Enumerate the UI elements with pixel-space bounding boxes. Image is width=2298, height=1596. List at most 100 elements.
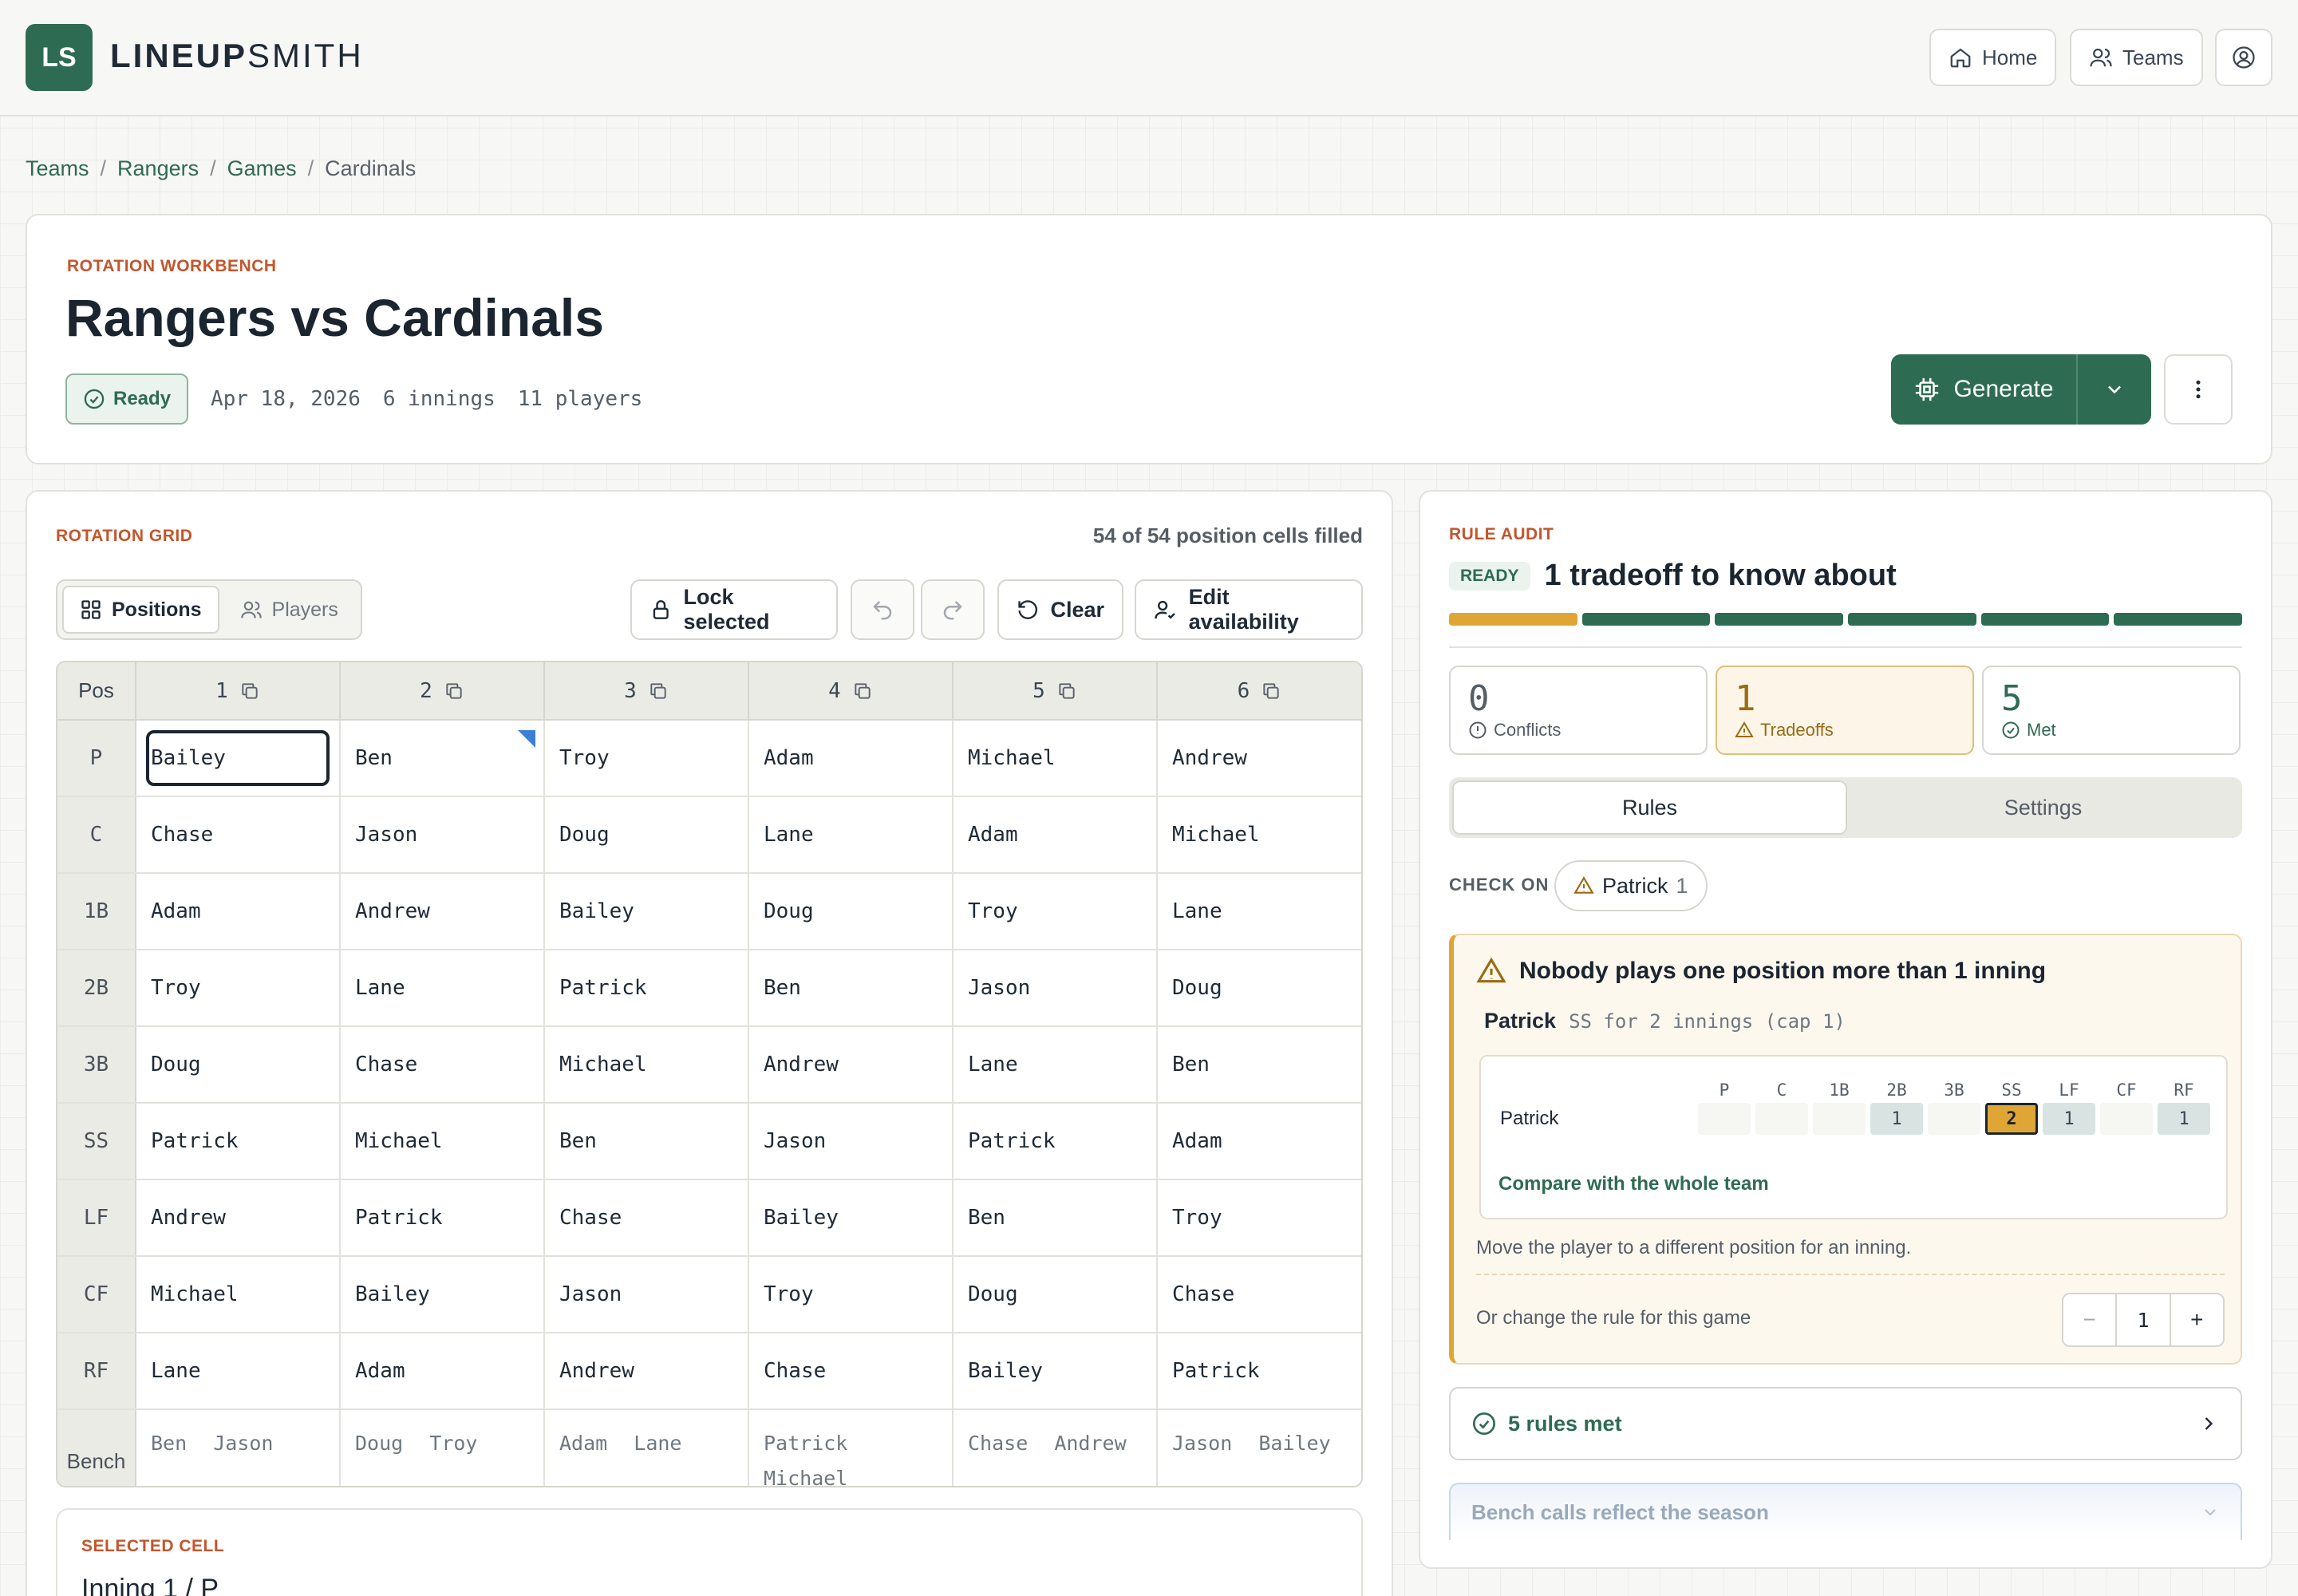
grid-cell[interactable]: Doug <box>1158 950 1361 1025</box>
grid-cell[interactable]: Jason <box>954 950 1156 1025</box>
grid-cell[interactable]: Chase <box>136 797 339 872</box>
grid-cell[interactable]: Andrew <box>341 874 543 949</box>
more-options-button[interactable] <box>2164 354 2233 425</box>
faded-rule-row[interactable]: Bench calls reflect the season <box>1449 1483 2242 1540</box>
copy-icon[interactable] <box>239 681 260 701</box>
grid-cell[interactable]: Michael <box>954 721 1156 796</box>
bench-cell[interactable]: Adam Lane <box>545 1410 748 1477</box>
check-on-player-chip[interactable]: Patrick 1 <box>1554 860 1708 911</box>
inning-header: 2 <box>340 662 545 721</box>
mini-position-header: 2B <box>1886 1080 1907 1100</box>
stat-tradeoffs[interactable]: 1 Tradeoffs <box>1716 666 1974 755</box>
grid-cell[interactable]: Chase <box>1158 1257 1361 1332</box>
copy-icon[interactable] <box>648 681 669 701</box>
grid-cell[interactable]: Michael <box>341 1104 543 1179</box>
grid-cell[interactable]: Andrew <box>545 1333 748 1408</box>
grid-cell[interactable]: Patrick <box>136 1104 339 1179</box>
grid-cell[interactable]: Bailey <box>136 721 339 796</box>
lock-selected-button[interactable]: Lock selected <box>630 579 838 640</box>
grid-cell[interactable]: Lane <box>954 1027 1156 1102</box>
grid-cell[interactable]: Lane <box>1158 874 1361 949</box>
stat-met[interactable]: 5 Met <box>1982 666 2241 755</box>
grid-cell[interactable]: Chase <box>341 1027 543 1102</box>
account-button[interactable] <box>2215 29 2272 86</box>
stat-conflicts[interactable]: 0 Conflicts <box>1449 666 1708 755</box>
view-players-tab[interactable]: Players <box>224 586 354 634</box>
stepper-value[interactable]: 1 <box>2115 1294 2171 1345</box>
generate-options-button[interactable] <box>2078 378 2151 401</box>
copy-icon[interactable] <box>1056 681 1077 701</box>
grid-cell[interactable]: Lane <box>341 950 543 1025</box>
edit-availability-button[interactable]: Edit availability <box>1135 579 1363 640</box>
grid-cell[interactable]: Doug <box>136 1027 339 1102</box>
copy-icon[interactable] <box>444 681 464 701</box>
copy-icon[interactable] <box>852 681 873 701</box>
grid-cell[interactable]: Patrick <box>954 1104 1156 1179</box>
grid-cell[interactable]: Michael <box>136 1257 339 1332</box>
grid-cell[interactable]: Troy <box>954 874 1156 949</box>
grid-cell[interactable]: Troy <box>136 950 339 1025</box>
grid-cell[interactable]: Bailey <box>545 874 748 949</box>
redo-button[interactable] <box>921 579 985 640</box>
grid-cell[interactable]: Troy <box>545 721 748 796</box>
grid-cell[interactable]: Troy <box>749 1257 952 1332</box>
view-positions-tab[interactable]: Positions <box>62 586 219 634</box>
grid-cell[interactable]: Michael <box>545 1027 748 1102</box>
bench-cell[interactable]: Ben Jason <box>136 1410 339 1477</box>
grid-cell[interactable]: Bailey <box>954 1333 1156 1408</box>
grid-cell[interactable]: Adam <box>954 797 1156 872</box>
grid-cell[interactable]: Adam <box>749 721 952 796</box>
increment-button[interactable]: + <box>2171 1294 2223 1345</box>
grid-cell[interactable]: Andrew <box>749 1027 952 1102</box>
nav-teams-button[interactable]: Teams <box>2070 29 2203 86</box>
grid-cell[interactable]: Bailey <box>749 1180 952 1255</box>
app-logo[interactable]: LS <box>26 24 93 91</box>
grid-cell[interactable]: Ben <box>954 1180 1156 1255</box>
grid-cell[interactable]: Adam <box>341 1333 543 1408</box>
breadcrumb-rangers[interactable]: Rangers <box>117 156 199 181</box>
bench-cell[interactable]: Doug Troy <box>341 1410 543 1477</box>
grid-cell[interactable]: Jason <box>545 1257 748 1332</box>
tab-rules[interactable]: Rules <box>1452 780 1847 835</box>
grid-cell[interactable]: Lane <box>749 797 952 872</box>
player-name: Lane <box>355 976 405 1000</box>
bench-cell[interactable]: Patrick Michael <box>749 1410 901 1486</box>
copy-icon[interactable] <box>1261 681 1281 701</box>
grid-cell[interactable]: Ben <box>341 721 543 796</box>
grid-cell[interactable]: Ben <box>545 1104 748 1179</box>
grid-cell[interactable]: Doug <box>749 874 952 949</box>
grid-cell[interactable]: Troy <box>1158 1180 1361 1255</box>
grid-cell[interactable]: Lane <box>136 1333 339 1408</box>
grid-cell[interactable]: Andrew <box>1158 721 1361 796</box>
tab-settings[interactable]: Settings <box>1847 780 2239 835</box>
grid-cell[interactable]: Michael <box>1158 797 1361 872</box>
grid-cell[interactable]: Doug <box>954 1257 1156 1332</box>
breadcrumb-teams[interactable]: Teams <box>26 156 89 181</box>
grid-cell[interactable]: Ben <box>1158 1027 1361 1102</box>
grid-cell[interactable]: Ben <box>749 950 952 1025</box>
grid-cell[interactable]: Andrew <box>136 1180 339 1255</box>
grid-cell[interactable]: Jason <box>749 1104 952 1179</box>
bench-cell[interactable]: Chase Andrew <box>954 1410 1156 1477</box>
grid-cell[interactable]: Doug <box>545 797 748 872</box>
grid-cell[interactable]: Adam <box>136 874 339 949</box>
generate-button[interactable]: Generate <box>1891 354 2078 425</box>
grid-cell[interactable]: Jason <box>341 797 543 872</box>
grid-cell[interactable]: Patrick <box>545 950 748 1025</box>
grid-cell[interactable]: Adam <box>1158 1104 1361 1179</box>
player-name: Troy <box>764 1282 814 1306</box>
grid-cell[interactable]: Chase <box>545 1180 748 1255</box>
grid-cell[interactable]: Patrick <box>1158 1333 1361 1408</box>
decrement-button[interactable]: − <box>2063 1294 2115 1345</box>
grid-cell[interactable]: Patrick <box>341 1180 543 1255</box>
bench-cell[interactable]: Jason Bailey <box>1158 1410 1361 1477</box>
rule-title-row: Nobody plays one position more than 1 in… <box>1476 956 2046 986</box>
rules-met-row[interactable]: 5 rules met <box>1449 1387 2242 1460</box>
nav-home-button[interactable]: Home <box>1929 29 2057 86</box>
undo-button[interactable] <box>851 579 914 640</box>
grid-cell[interactable]: Chase <box>749 1333 952 1408</box>
clear-button[interactable]: Clear <box>997 579 1123 640</box>
compare-team-link[interactable]: Compare with the whole team <box>1498 1173 1769 1195</box>
grid-cell[interactable]: Bailey <box>341 1257 543 1332</box>
breadcrumb-games[interactable]: Games <box>227 156 297 181</box>
